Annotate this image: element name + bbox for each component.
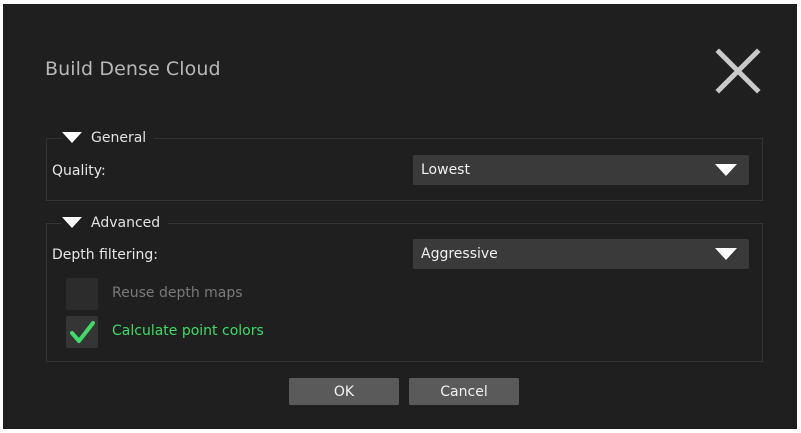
reuse-depth-maps-label: Reuse depth maps: [112, 285, 243, 301]
quality-label: Quality:: [52, 163, 106, 179]
collapse-triangle-icon: [62, 132, 82, 144]
ok-button[interactable]: OK: [289, 378, 399, 405]
close-icon[interactable]: [715, 48, 761, 94]
advanced-group: Advanced Depth filtering: Aggressive Reu…: [46, 212, 763, 362]
reuse-depth-maps-checkbox[interactable]: [66, 278, 98, 310]
advanced-section-toggle[interactable]: Advanced: [62, 212, 169, 234]
general-section-toggle[interactable]: General: [62, 127, 155, 149]
chevron-down-icon: [715, 164, 737, 176]
depth-filtering-select-value: Aggressive: [421, 246, 498, 262]
dialog-title: Build Dense Cloud: [45, 58, 221, 80]
depth-filtering-select[interactable]: Aggressive: [413, 239, 749, 269]
build-dense-cloud-dialog: Build Dense Cloud General Quality: Lowes…: [3, 4, 797, 429]
advanced-legend-label: Advanced: [91, 215, 161, 231]
calculate-point-colors-checkbox[interactable]: [66, 316, 98, 348]
quality-select[interactable]: Lowest: [413, 155, 749, 185]
chevron-down-icon: [715, 248, 737, 260]
general-group: General Quality: Lowest: [46, 127, 763, 201]
quality-select-value: Lowest: [421, 162, 470, 178]
calculate-point-colors-label: Calculate point colors: [112, 323, 264, 339]
cancel-button[interactable]: Cancel: [409, 378, 519, 405]
checkmark-icon: [70, 321, 95, 343]
general-legend-label: General: [91, 130, 147, 146]
depth-filtering-label: Depth filtering:: [52, 247, 159, 263]
collapse-triangle-icon: [62, 217, 82, 229]
